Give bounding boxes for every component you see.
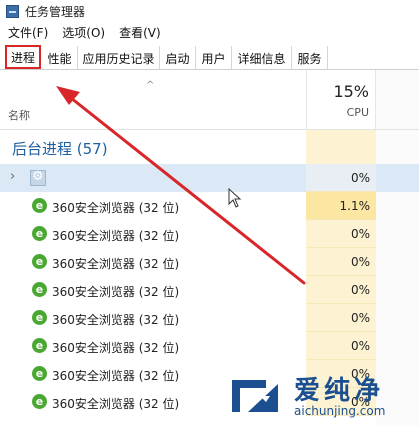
cpu-value: 0%	[350, 227, 370, 241]
cpu-column-header[interactable]: 15% CPU	[306, 70, 376, 130]
cpu-cell: 0%	[306, 276, 376, 304]
process-row[interactable]: e 360安全浏览器 (32 位) 0%	[0, 248, 419, 276]
browser-icon: e	[32, 254, 47, 269]
process-row[interactable]: e 360安全浏览器 (32 位) 1.1%	[0, 192, 419, 220]
browser-icon: e	[32, 338, 47, 353]
watermark: 爱纯净 aichunjing.com	[224, 370, 419, 426]
brand-url: aichunjing.com	[294, 404, 386, 418]
menu-view[interactable]: 查看(V)	[119, 24, 161, 41]
process-row[interactable]: e 360安全浏览器 (32 位) 0%	[0, 332, 419, 360]
browser-icon: e	[32, 282, 47, 297]
cpu-total-percent: 15%	[333, 82, 369, 101]
process-row[interactable]: e 360安全浏览器 (32 位) 0%	[0, 304, 419, 332]
browser-icon: e	[32, 310, 47, 325]
menu-file[interactable]: 文件(F)	[8, 24, 48, 41]
tab-app-history[interactable]: 应用历史记录	[78, 46, 160, 70]
brand-logo-icon	[232, 380, 278, 412]
menu-bar: 文件(F) 选项(O) 查看(V)	[0, 22, 419, 42]
browser-icon: e	[32, 366, 47, 381]
process-name: 360安全浏览器 (32 位)	[52, 201, 180, 215]
process-name: 360安全浏览器 (32 位)	[52, 229, 180, 243]
cpu-value: 0%	[350, 283, 370, 297]
tab-services[interactable]: 服务	[292, 46, 328, 70]
tab-bar: 进程 性能 应用历史记录 启动 用户 详细信息 服务	[0, 42, 419, 70]
process-name: 360安全浏览器 (32 位)	[52, 341, 180, 355]
cpu-cell: 0%	[306, 164, 376, 192]
column-header: ^ 名称 15% CPU	[0, 70, 419, 130]
background-processes-group: 后台进程 (57)	[0, 130, 419, 164]
brand-name: 爱纯净	[294, 376, 385, 406]
menu-options[interactable]: 选项(O)	[62, 24, 105, 41]
process-name: 360安全浏览器 (32 位)	[52, 285, 180, 299]
window-title: 任务管理器	[25, 4, 86, 19]
cpu-cell: 0%	[306, 248, 376, 276]
tab-startup[interactable]: 启动	[160, 46, 196, 70]
process-row[interactable]: e 360安全浏览器 (32 位) 0%	[0, 276, 419, 304]
mouse-cursor-icon	[228, 188, 242, 208]
cpu-cell: 0%	[306, 332, 376, 360]
cpu-cell: 1.1%	[306, 192, 376, 220]
task-manager-icon	[6, 4, 19, 18]
browser-icon: e	[32, 226, 47, 241]
group-title: 后台进程 (57)	[12, 140, 108, 158]
chevron-right-icon[interactable]: ›	[10, 169, 15, 184]
process-name: 360安全浏览器 (32 位)	[52, 369, 180, 383]
cpu-value: 0%	[350, 255, 370, 269]
tab-performance[interactable]: 性能	[42, 46, 78, 70]
group-cpu-cell	[306, 130, 376, 164]
cpu-cell: 0%	[306, 304, 376, 332]
cpu-value: 0%	[350, 171, 370, 185]
sort-indicator-icon: ^	[146, 80, 155, 91]
process-name: 360安全浏览器 (32 位)	[52, 313, 180, 327]
cpu-value: 0%	[350, 311, 370, 325]
tab-details[interactable]: 详细信息	[232, 46, 292, 70]
gear-icon	[30, 169, 46, 186]
cpu-cell: 0%	[306, 220, 376, 248]
cpu-value: 1.1%	[339, 199, 371, 213]
process-name: 360安全浏览器 (32 位)	[52, 257, 180, 271]
process-row[interactable]: › 0%	[0, 164, 419, 192]
column-name-header[interactable]: 名称	[8, 107, 30, 123]
tab-users[interactable]: 用户	[196, 46, 232, 70]
cpu-column-label: CPU	[346, 106, 369, 119]
process-row[interactable]: e 360安全浏览器 (32 位) 0%	[0, 220, 419, 248]
process-name: 360安全浏览器 (32 位)	[52, 397, 180, 411]
cpu-value: 0%	[350, 339, 370, 353]
tab-processes[interactable]: 进程	[5, 45, 41, 69]
browser-icon: e	[32, 394, 47, 409]
browser-icon: e	[32, 198, 47, 213]
title-bar: 任务管理器	[0, 0, 419, 22]
